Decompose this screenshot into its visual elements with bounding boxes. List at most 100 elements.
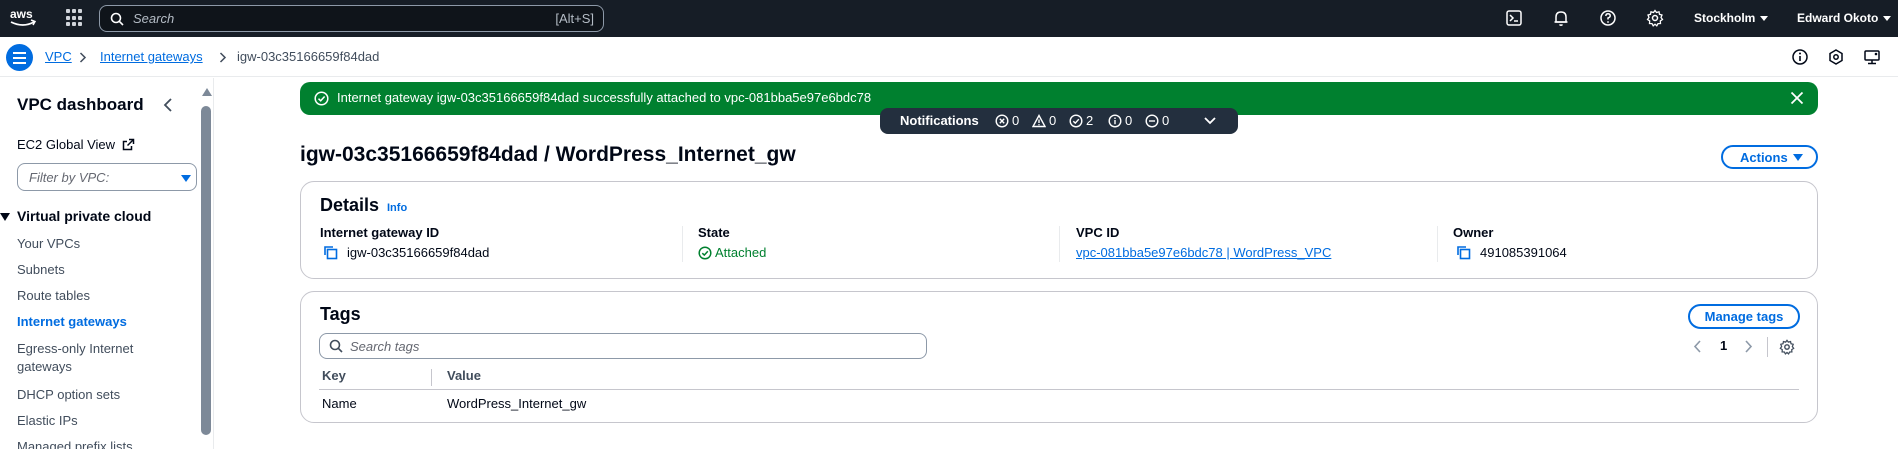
table-preferences-gear-icon[interactable]: [1779, 339, 1795, 355]
external-link-icon: [122, 138, 134, 151]
sidebar-item-ec2-global-view[interactable]: EC2 Global View: [17, 137, 135, 152]
success-check-icon: [314, 91, 329, 106]
warning-count: 0: [1032, 113, 1056, 128]
notifications-bar[interactable]: Notifications 0 0 2 0 0: [880, 108, 1238, 134]
filter-by-vpc-select[interactable]: Filter by VPC:: [17, 163, 197, 191]
info-panel-icon[interactable]: [1791, 48, 1809, 66]
info-link[interactable]: Info: [387, 202, 407, 214]
scroll-up-arrow-icon[interactable]: [202, 88, 212, 96]
sidebar-title[interactable]: VPC dashboard: [17, 95, 144, 115]
services-grid-icon[interactable]: [66, 9, 84, 27]
column-resizer[interactable]: [431, 369, 432, 386]
close-icon[interactable]: [1790, 91, 1804, 105]
side-navigation-toggle-button[interactable]: [6, 44, 33, 71]
top-navigation: aws Search [Alt+S] Stockholm Edward Okot…: [0, 0, 1898, 37]
global-search-input[interactable]: Search [Alt+S]: [99, 5, 604, 32]
scrollbar-thumb[interactable]: [201, 106, 211, 435]
page-title: igw-03c35166659f84dad / WordPress_Intern…: [300, 143, 796, 166]
caret-down-icon: [181, 175, 191, 182]
region-selector[interactable]: Stockholm: [1694, 11, 1769, 25]
search-tags-placeholder: Search tags: [350, 339, 420, 354]
section-virtual-private-cloud[interactable]: Virtual private cloud: [0, 208, 151, 224]
section-label: Virtual private cloud: [17, 208, 152, 224]
vpc-id-link[interactable]: vpc-081bba5e97e6bdc78 | WordPress_VPC: [1076, 245, 1331, 260]
header-divider: [319, 389, 1799, 390]
column-divider: [682, 226, 683, 262]
error-icon: [995, 113, 1009, 128]
owner-field: Owner 491085391064: [1453, 225, 1567, 260]
success-count-value: 2: [1086, 113, 1094, 128]
side-navigation: VPC dashboard EC2 Global View Filter by …: [0, 78, 214, 449]
actions-button[interactable]: Actions: [1721, 145, 1818, 169]
sidebar-item-your-vpcs[interactable]: Your VPCs: [17, 236, 80, 251]
sidebar-item-route-tables[interactable]: Route tables: [17, 288, 90, 303]
vpc-id-label: VPC ID: [1076, 225, 1120, 240]
help-icon[interactable]: [1599, 9, 1617, 27]
chevron-right-icon: [79, 52, 87, 63]
filter-placeholder: Filter by VPC:: [29, 170, 110, 185]
sidebar-item-elastic-ips[interactable]: Elastic IPs: [17, 413, 78, 428]
in-progress-count: 0: [1145, 113, 1169, 128]
state-label: State: [698, 225, 730, 240]
aws-logo-icon[interactable]: aws: [9, 6, 37, 30]
error-count-value: 0: [1012, 113, 1020, 128]
column-header-key[interactable]: Key: [322, 368, 346, 383]
chevron-down-icon: [1760, 16, 1769, 22]
info-count-value: 0: [1125, 113, 1133, 128]
pager-divider: [1767, 337, 1768, 357]
user-name: Edward Okoto: [1797, 11, 1879, 25]
actions-label: Actions: [1740, 150, 1788, 165]
next-page-icon[interactable]: [1744, 340, 1753, 353]
cloudshell-icon[interactable]: [1505, 9, 1523, 27]
details-container: Details Info Internet gateway ID igw-03c…: [300, 181, 1818, 279]
current-page-number[interactable]: 1: [1720, 338, 1727, 353]
sidebar-item-internet-gateways[interactable]: Internet gateways: [17, 314, 127, 329]
search-shortcut: [Alt+S]: [555, 11, 594, 26]
warning-icon: [1032, 113, 1046, 127]
copy-icon[interactable]: [1456, 245, 1471, 260]
svg-text:aws: aws: [10, 7, 33, 21]
account-menu[interactable]: Edward Okoto: [1797, 11, 1892, 25]
column-divider: [1059, 226, 1060, 262]
settings-gear-icon[interactable]: [1646, 9, 1664, 27]
previous-page-icon[interactable]: [1693, 340, 1702, 353]
success-icon: [1069, 113, 1083, 128]
error-count: 0: [995, 113, 1019, 128]
success-count: 2: [1069, 113, 1093, 128]
sidebar-item-subnets[interactable]: Subnets: [17, 262, 65, 277]
column-header-value[interactable]: Value: [447, 368, 481, 383]
sidebar-scrollbar[interactable]: [200, 88, 212, 448]
gateway-id-value-row: igw-03c35166659f84dad: [320, 245, 489, 260]
sidebar-item-dhcp-option-sets[interactable]: DHCP option sets: [17, 387, 120, 402]
manage-tags-button[interactable]: Manage tags: [1688, 304, 1800, 329]
feedback-screen-icon[interactable]: [1863, 48, 1881, 66]
search-icon: [110, 12, 124, 26]
tag-value-cell: WordPress_Internet_gw: [447, 396, 587, 411]
owner-label: Owner: [1453, 225, 1494, 240]
details-heading: Details: [320, 195, 380, 215]
column-divider: [1437, 226, 1438, 262]
caret-down-icon: [0, 213, 10, 221]
breadcrumb-vpc[interactable]: VPC: [45, 49, 72, 64]
collapse-sidebar-icon[interactable]: [163, 98, 173, 112]
sidebar-item-managed-prefix-lists[interactable]: Managed prefix lists: [17, 439, 133, 449]
vpc-id-field: VPC ID vpc-081bba5e97e6bdc78 | WordPress…: [1076, 225, 1331, 260]
sidebar-item-label: EC2 Global View: [17, 137, 116, 152]
region-label: Stockholm: [1694, 11, 1756, 25]
owner-value-row: 491085391064: [1453, 245, 1567, 260]
breadcrumb-internet-gateways[interactable]: Internet gateways: [100, 49, 203, 64]
copy-icon[interactable]: [323, 245, 338, 260]
search-tags-input[interactable]: Search tags: [319, 333, 927, 359]
tools-panel-icon[interactable]: [1827, 48, 1845, 66]
success-status-icon: [698, 245, 712, 260]
state-value: Attached: [715, 245, 767, 260]
gateway-id-value: igw-03c35166659f84dad: [347, 245, 490, 260]
owner-value: 491085391064: [1480, 245, 1567, 260]
notifications-bell-icon[interactable]: [1552, 9, 1570, 27]
notifications-title: Notifications: [900, 113, 979, 128]
sidebar-item-egress-only-internet-gateways[interactable]: Egress-only Internet gateways: [17, 340, 147, 376]
search-icon: [329, 339, 343, 353]
chevron-right-icon: [219, 52, 227, 63]
chevron-down-icon[interactable]: [1204, 117, 1216, 125]
info-count: 0: [1108, 113, 1132, 128]
